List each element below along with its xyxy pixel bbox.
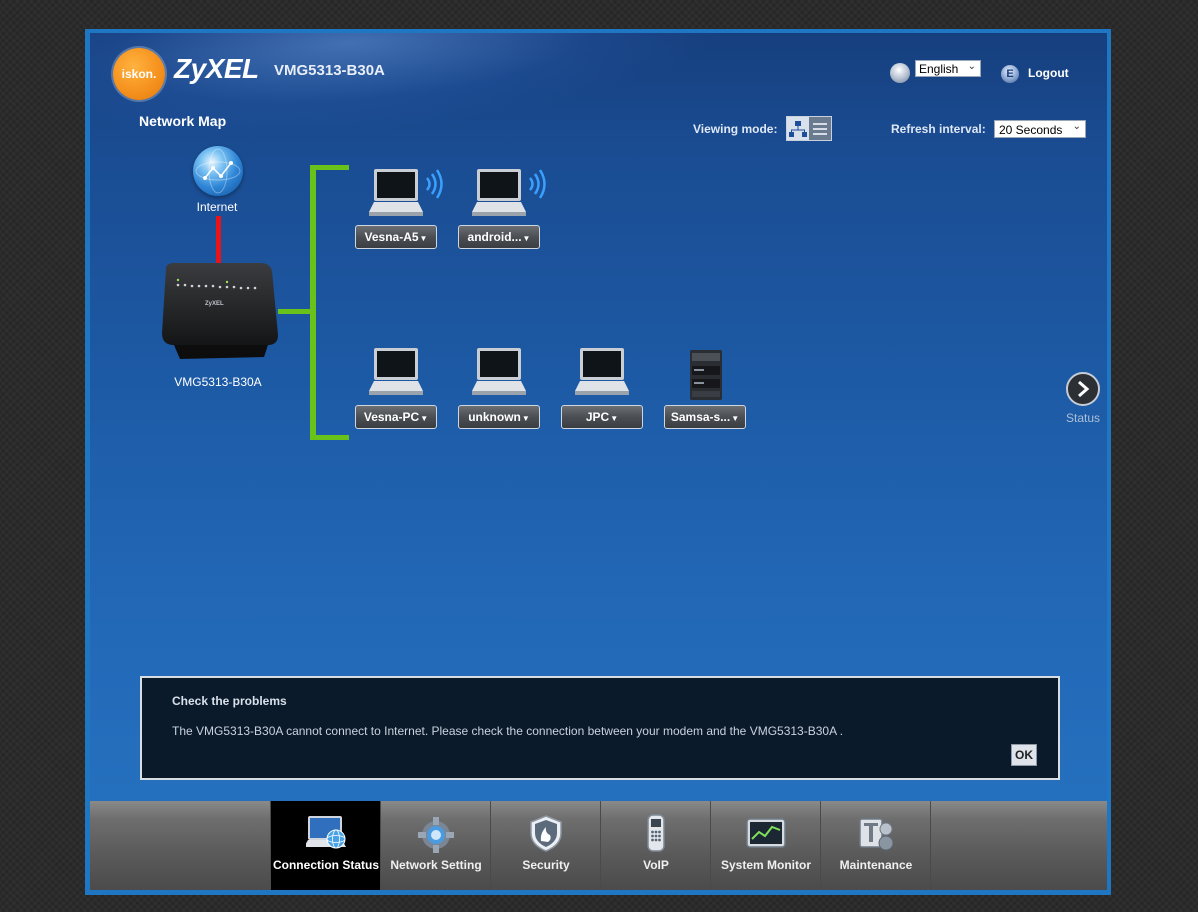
- nav-security[interactable]: Security: [490, 801, 600, 890]
- nav-connection-status[interactable]: Connection Status: [270, 801, 380, 890]
- caret-down-icon: ▼: [731, 414, 740, 423]
- caret-down-icon: ▼: [521, 414, 530, 423]
- viewing-mode-toggle: [786, 116, 832, 141]
- map-view-button[interactable]: [787, 117, 809, 140]
- nav-network-setting[interactable]: Network Setting: [380, 801, 490, 890]
- globe-icon: [195, 148, 241, 194]
- list-view-icon: [813, 122, 827, 135]
- system-monitor-icon: [746, 818, 786, 848]
- laptop-icon: [472, 348, 526, 395]
- lan-bus-line: [310, 165, 316, 440]
- isp-logo-text: iskon.: [121, 67, 157, 81]
- nav-divider: [930, 801, 931, 890]
- chevron-right-icon: [1078, 380, 1090, 398]
- laptop-wireless-icon: [369, 169, 443, 216]
- laptop-icon: [369, 348, 423, 395]
- refresh-interval-value: 20 Seconds: [999, 123, 1063, 137]
- nav-system-monitor[interactable]: System Monitor: [710, 801, 820, 890]
- chevron-down-icon: ⌄: [1072, 121, 1081, 132]
- status-panel-button[interactable]: [1066, 372, 1100, 406]
- router-icon: ZyXEL: [162, 263, 278, 359]
- refresh-interval-label: Refresh interval:: [891, 122, 986, 136]
- device-name: Samsa-s...: [670, 410, 731, 424]
- router-label: VMG5313-B30A: [174, 375, 262, 389]
- server-icon: [690, 350, 722, 400]
- device-name-button[interactable]: Samsa-s...▼: [664, 405, 746, 429]
- device-name-button[interactable]: JPC▼: [561, 405, 643, 429]
- network-setting-icon: [418, 817, 454, 853]
- caret-down-icon: ▼: [419, 234, 428, 243]
- svg-text:ZyXEL: ZyXEL: [205, 301, 224, 307]
- nav-label: VoIP: [643, 858, 669, 872]
- logout-link[interactable]: Logout: [1028, 66, 1069, 80]
- laptop-wireless-icon: [472, 169, 546, 216]
- language-select[interactable]: English ⌄: [915, 60, 981, 77]
- bottom-nav: Connection Status Network Setting Securi…: [90, 801, 1107, 890]
- main-panel: iskon. ZyXEL VMG5313-B30A English ⌄ E Lo…: [90, 33, 1107, 801]
- lan-branch-top: [310, 165, 349, 170]
- chevron-down-icon: ⌄: [967, 61, 976, 72]
- list-view-button[interactable]: [809, 117, 831, 140]
- lan-branch-bottom: [310, 435, 349, 440]
- nav-label: Security: [522, 858, 570, 872]
- language-value: English: [919, 62, 959, 76]
- brand-logo: ZyXEL: [174, 53, 259, 84]
- device-name-button[interactable]: Vesna-PC▼: [355, 405, 437, 429]
- device-name-button[interactable]: unknown▼: [458, 405, 540, 429]
- voip-icon: [647, 814, 665, 852]
- nav-label: Connection Status: [272, 858, 379, 872]
- model-title: VMG5313-B30A: [274, 62, 385, 79]
- dialog-title: Check the problems: [172, 694, 287, 708]
- caret-down-icon: ▼: [522, 234, 531, 243]
- nav-label: Maintenance: [839, 858, 913, 872]
- dialog-message: The VMG5313-B30A cannot connect to Inter…: [172, 724, 844, 738]
- router-lan-link: [278, 309, 312, 314]
- device-name-button[interactable]: android...▼: [458, 225, 540, 249]
- page-title: Network Map: [139, 113, 227, 129]
- nav-voip[interactable]: VoIP: [600, 801, 710, 890]
- security-icon: [530, 815, 562, 852]
- internet-label: Internet: [196, 200, 238, 214]
- device-name: JPC: [585, 410, 610, 424]
- nav-label: System Monitor: [720, 858, 811, 872]
- nav-maintenance[interactable]: Maintenance: [820, 801, 930, 890]
- caret-down-icon: ▼: [610, 414, 619, 423]
- viewing-mode-label: Viewing mode:: [693, 122, 778, 136]
- router-device[interactable]: ZyXEL: [160, 261, 280, 361]
- device-name: android...: [467, 230, 522, 244]
- device-name-button[interactable]: Vesna-A5▼: [355, 225, 437, 249]
- nav-label: Network Setting: [390, 858, 482, 872]
- device-name: unknown: [468, 410, 521, 424]
- device-name: Vesna-PC: [363, 410, 420, 424]
- status-label: Status: [1065, 411, 1101, 425]
- laptop-icon: [575, 348, 629, 395]
- device-name: Vesna-A5: [364, 230, 419, 244]
- user-icon: [890, 63, 910, 83]
- connection-status-icon: [306, 816, 346, 849]
- isp-logo: iskon.: [113, 48, 165, 100]
- ok-button[interactable]: OK: [1011, 744, 1037, 766]
- problem-dialog: Check the problems The VMG5313-B30A cann…: [140, 676, 1060, 780]
- maintenance-icon: [859, 818, 894, 851]
- logout-icon[interactable]: E: [1001, 65, 1019, 83]
- refresh-interval-select[interactable]: 20 Seconds ⌄: [994, 120, 1086, 138]
- internet-globe-icon[interactable]: [193, 146, 243, 196]
- caret-down-icon: ▼: [420, 414, 429, 423]
- network-map-icon: [789, 120, 807, 137]
